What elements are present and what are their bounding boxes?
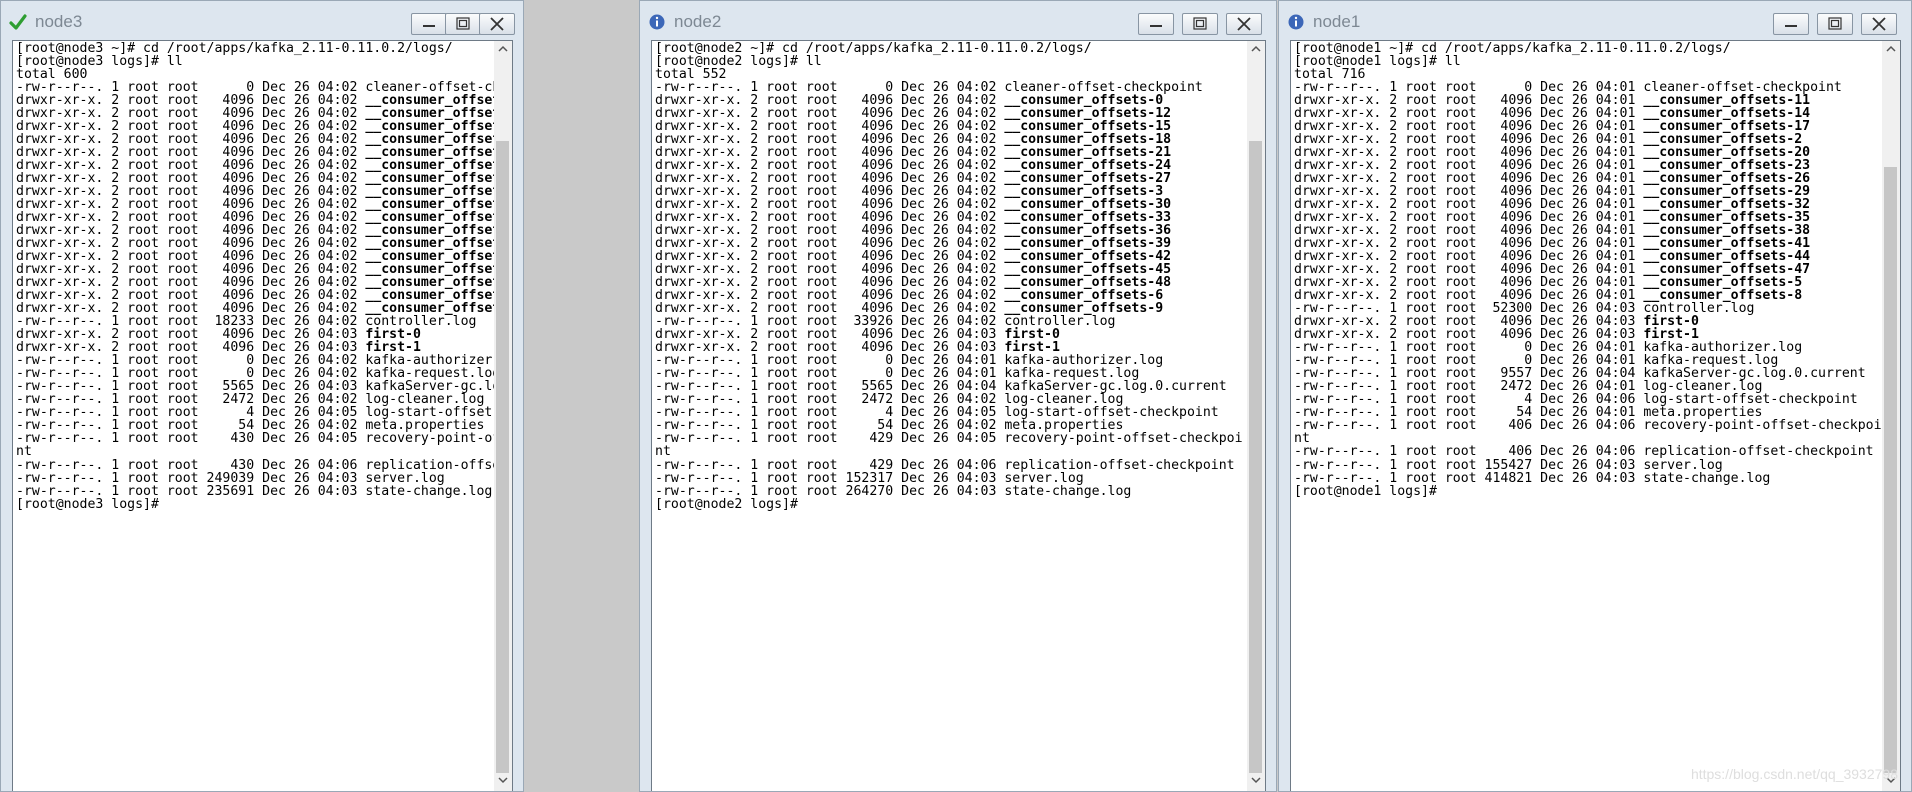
terminal-line: -rw-r--r--. 1 root root 406 Dec 26 04:06… xyxy=(1294,418,1882,434)
minimize-icon xyxy=(423,25,435,27)
scroll-up-arrow-icon[interactable] xyxy=(494,41,512,57)
maximize-icon xyxy=(1828,17,1842,30)
close-button[interactable] xyxy=(1861,13,1897,35)
minimize-icon xyxy=(1150,25,1162,27)
terminal-window-node3[interactable]: node3 [root@node3 ~]# cd /root/apps/kafk… xyxy=(0,0,524,792)
info-icon xyxy=(1288,14,1304,30)
window-title: node2 xyxy=(674,12,722,31)
terminal-area[interactable]: [root@node3 ~]# cd /root/apps/kafka_2.11… xyxy=(12,40,513,791)
terminal-line: [root@node2 logs]# xyxy=(655,496,798,512)
scroll-down-arrow-icon[interactable] xyxy=(1247,772,1265,788)
scroll-down-arrow-icon[interactable] xyxy=(494,772,512,788)
terminal-line: [root@node3 logs]# xyxy=(16,496,159,512)
close-icon xyxy=(1872,17,1886,31)
scrollbar-thumb[interactable] xyxy=(496,141,509,773)
scroll-up-arrow-icon[interactable] xyxy=(1247,41,1265,57)
watermark-text: https://blog.csdn.net/qq_3932798 xyxy=(1690,766,1898,782)
window-title: node1 xyxy=(1313,12,1361,31)
vertical-scrollbar[interactable] xyxy=(1247,41,1265,791)
maximize-button[interactable] xyxy=(1817,13,1853,35)
terminal-area[interactable]: [root@node1 ~]# cd /root/apps/kafka_2.11… xyxy=(1290,40,1901,791)
window-title: node3 xyxy=(35,12,83,31)
terminal-output[interactable]: [root@node1 ~]# cd /root/apps/kafka_2.11… xyxy=(1291,41,1900,498)
maximize-button[interactable] xyxy=(445,13,481,35)
info-icon xyxy=(649,14,665,30)
terminal-output[interactable]: [root@node2 ~]# cd /root/apps/kafka_2.11… xyxy=(652,41,1265,511)
maximize-icon xyxy=(456,17,470,30)
terminal-output[interactable]: [root@node3 ~]# cd /root/apps/kafka_2.11… xyxy=(13,41,512,511)
close-icon xyxy=(1237,17,1251,31)
maximize-icon xyxy=(1193,17,1207,30)
maximize-button[interactable] xyxy=(1182,13,1218,35)
green-check-icon xyxy=(9,14,27,30)
minimize-icon xyxy=(1785,25,1797,27)
scrollbar-thumb[interactable] xyxy=(1884,167,1897,773)
terminal-window-node2[interactable]: node2 [root@node2 ~]# cd /root/apps/kafk… xyxy=(639,0,1277,792)
terminal-line: [root@node1 logs]# xyxy=(1294,483,1437,499)
scrollbar-thumb[interactable] xyxy=(1249,141,1262,773)
minimize-button[interactable] xyxy=(1773,13,1809,35)
terminal-line: -rw-r--r--. 1 root root 429 Dec 26 04:05… xyxy=(655,431,1243,447)
vertical-scrollbar[interactable] xyxy=(494,41,512,791)
title-bar[interactable]: node3 xyxy=(1,1,523,43)
close-icon xyxy=(490,17,504,31)
close-button[interactable] xyxy=(479,13,515,35)
title-bar[interactable]: node2 xyxy=(640,1,1276,43)
vertical-scrollbar[interactable] xyxy=(1882,41,1900,791)
title-bar[interactable]: node1 xyxy=(1279,1,1911,43)
terminal-area[interactable]: [root@node2 ~]# cd /root/apps/kafka_2.11… xyxy=(651,40,1266,791)
minimize-button[interactable] xyxy=(1138,13,1174,35)
terminal-window-node1[interactable]: node1 [root@node1 ~]# cd /root/apps/kafk… xyxy=(1278,0,1912,792)
close-button[interactable] xyxy=(1226,13,1262,35)
minimize-button[interactable] xyxy=(411,13,447,35)
scroll-up-arrow-icon[interactable] xyxy=(1882,41,1900,57)
terminal-line: -rw-r--r--. 1 root root 430 Dec 26 04:05… xyxy=(16,431,512,447)
